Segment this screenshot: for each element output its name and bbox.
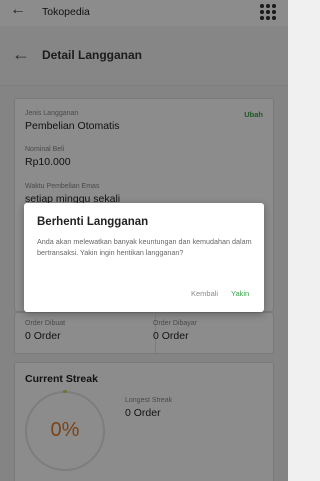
cancel-button[interactable]: Kembali (191, 289, 218, 298)
dialog-message: Anda akan melewatkan banyak keuntungan d… (37, 237, 252, 257)
dialog-title: Berhenti Langganan (37, 216, 149, 228)
stop-subscription-dialog: Berhenti Langganan Anda akan melewatkan … (24, 203, 264, 312)
confirm-button[interactable]: Yakin (231, 289, 249, 298)
